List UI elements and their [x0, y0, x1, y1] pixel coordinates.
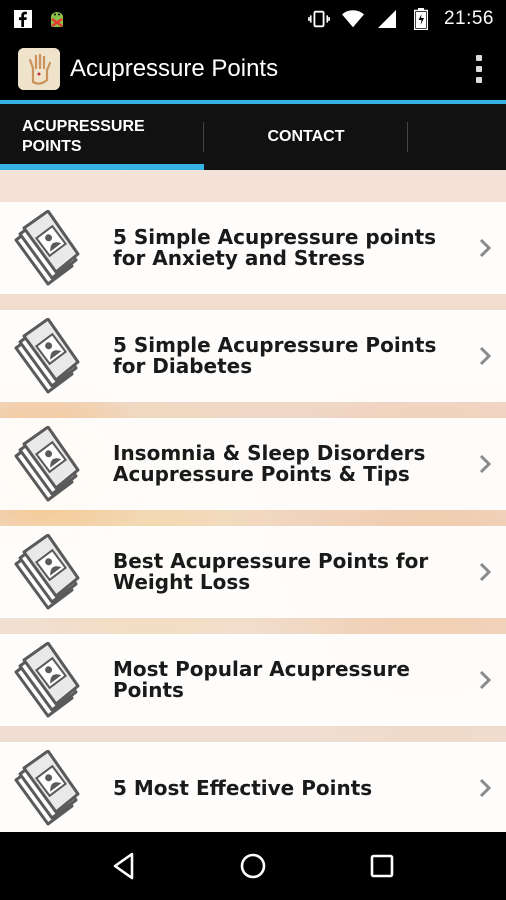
document-stack-icon	[10, 641, 80, 719]
tab-label: CONTACT	[267, 128, 345, 145]
list-item[interactable]: Insomnia & Sleep Disorders Acupressure P…	[0, 418, 506, 510]
chevron-right-icon	[479, 454, 492, 474]
chevron-right-icon	[479, 778, 492, 798]
list-item[interactable]: 5 Simple Acupressure points for Anxiety …	[0, 202, 506, 294]
list-item-title: 5 Simple Acupressure points for Anxiety …	[113, 225, 437, 270]
list-item-title: Most Popular Acupressure Points	[113, 657, 410, 702]
chevron-right-icon	[479, 670, 492, 690]
list-item-title: 5 Simple Acupressure Points for Diabetes	[113, 333, 437, 378]
overflow-menu-icon[interactable]	[464, 49, 494, 89]
clock-time: 21:56	[443, 8, 494, 29]
document-stack-icon	[10, 209, 80, 287]
tab-bar: ACUPRESSURE POINTS CONTACT	[0, 104, 506, 170]
app-title: Acupressure Points	[70, 55, 279, 82]
action-bar: Acupressure Points	[0, 38, 506, 100]
tab-contact[interactable]: CONTACT	[204, 104, 408, 170]
chevron-right-icon	[479, 238, 492, 258]
list-item[interactable]: 5 Simple Acupressure Points for Diabetes	[0, 310, 506, 402]
list-item-title: Insomnia & Sleep Disorders Acupressure P…	[113, 441, 426, 486]
document-stack-icon	[10, 533, 80, 611]
article-list: 5 Simple Acupressure points for Anxiety …	[0, 170, 506, 832]
list-item[interactable]: 5 Most Effective Points	[0, 742, 506, 832]
status-bar: 21:56	[0, 0, 506, 38]
chevron-right-icon	[479, 562, 492, 582]
tab-acupressure-points[interactable]: ACUPRESSURE POINTS	[0, 104, 204, 170]
tab-label: ACUPRESSURE POINTS	[22, 118, 145, 155]
signal-icon	[376, 8, 398, 30]
back-icon[interactable]	[104, 846, 144, 886]
app-logo-icon	[18, 48, 60, 90]
document-stack-icon	[10, 317, 80, 395]
chevron-right-icon	[479, 346, 492, 366]
list-item[interactable]: Best Acupressure Points for Weight Loss	[0, 526, 506, 618]
facebook-icon	[12, 8, 34, 30]
list-item[interactable]: Most Popular Acupressure Points	[0, 634, 506, 726]
android-debug-icon	[46, 8, 68, 30]
battery-icon	[410, 8, 432, 30]
recents-icon[interactable]	[362, 846, 402, 886]
home-icon[interactable]	[233, 846, 273, 886]
vibrate-icon	[308, 8, 330, 30]
system-nav-bar	[0, 832, 506, 900]
document-stack-icon	[10, 425, 80, 503]
document-stack-icon	[10, 749, 80, 827]
wifi-icon	[341, 8, 364, 30]
tab-empty	[408, 104, 506, 170]
list-item-title: 5 Most Effective Points	[113, 775, 373, 800]
list-item-title: Best Acupressure Points for Weight Loss	[113, 549, 429, 594]
